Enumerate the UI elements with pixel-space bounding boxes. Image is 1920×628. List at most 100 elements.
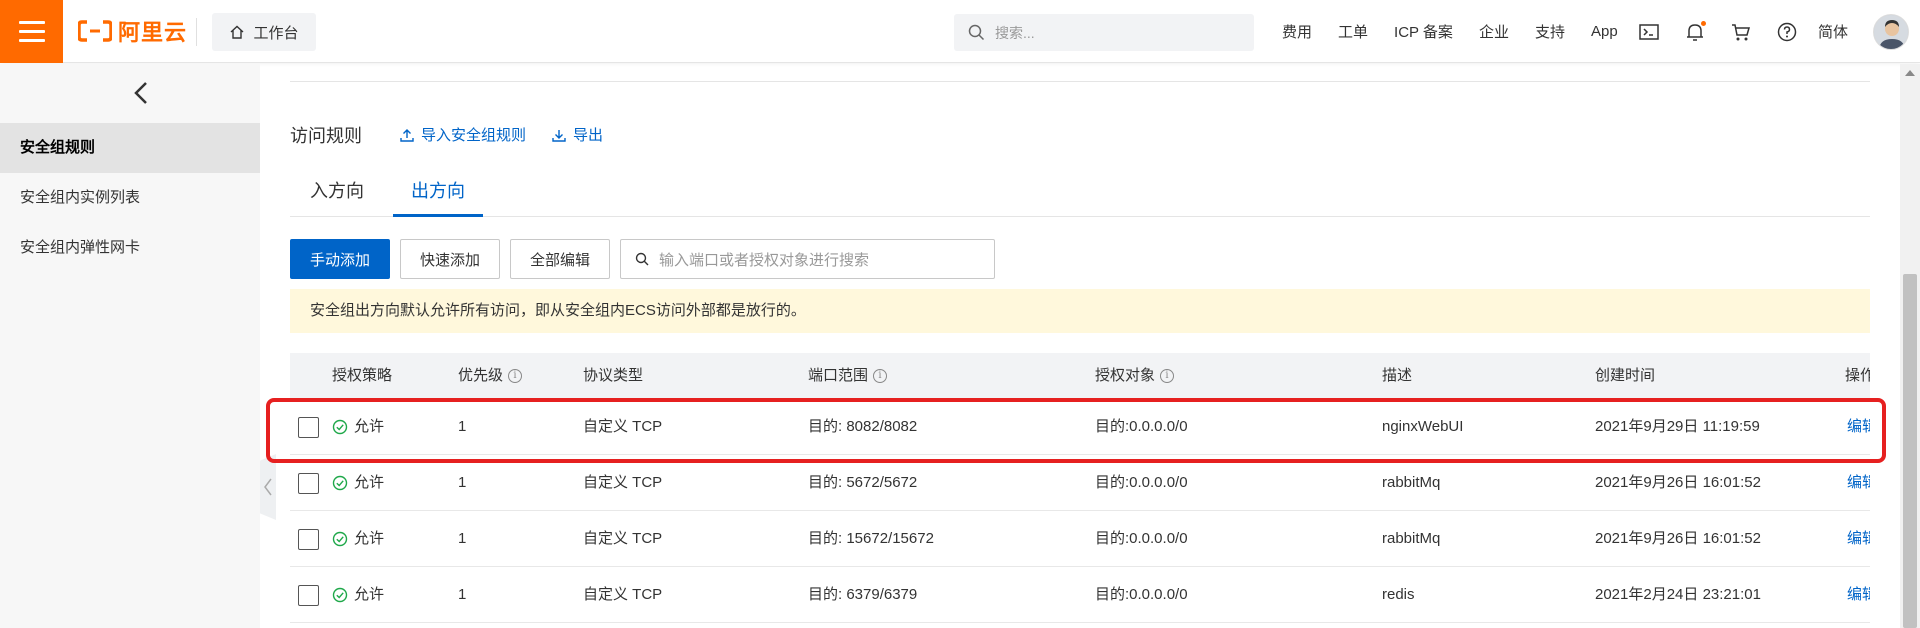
tab-inbound[interactable]: 入方向	[292, 174, 382, 217]
port-cell: 目的: 8082/8082	[808, 418, 918, 435]
top-icons	[1638, 0, 1798, 63]
header-target-label: 授权对象	[1095, 367, 1156, 384]
protocol-cell: 自定义 TCP	[583, 586, 663, 603]
header-action: 操作	[1845, 367, 1870, 384]
rule-search-input[interactable]: 输入端口或者授权对象进行搜索	[620, 239, 995, 279]
aliyun-logo[interactable]: 阿里云	[78, 16, 187, 46]
quick-add-button[interactable]: 快速添加	[400, 239, 500, 279]
policy-cell: 允许	[332, 567, 384, 623]
section-title: 访问规则	[290, 126, 362, 146]
priority-cell: 1	[458, 474, 467, 491]
avatar[interactable]	[1873, 14, 1909, 50]
table-row: 允许 1 自定义 TCP 目的: 6379/6379 目的:0.0.0.0/0 …	[290, 567, 1870, 623]
info-icon[interactable]: i	[1160, 369, 1175, 383]
desc-cell: nginxWebUI	[1382, 418, 1464, 435]
hamburger-menu-button[interactable]	[0, 0, 63, 63]
aliyun-logo-icon	[78, 20, 112, 42]
created-cell: 2021年9月26日 16:01:52	[1595, 474, 1761, 491]
home-icon	[231, 25, 244, 39]
target-cell: 目的:0.0.0.0/0	[1095, 530, 1188, 547]
vertical-scrollbar[interactable]	[1900, 64, 1920, 628]
notification-dot	[1701, 20, 1706, 26]
header-desc: 描述	[1382, 367, 1413, 384]
sidebar-item-instance-list[interactable]: 安全组内实例列表	[0, 173, 260, 223]
port-cell: 目的: 15672/15672	[808, 530, 934, 547]
protocol-cell: 自定义 TCP	[583, 474, 663, 491]
edit-link[interactable]: 编辑	[1847, 399, 1870, 455]
bell-icon[interactable]	[1684, 20, 1706, 43]
outbound-notice: 安全组出方向默认允许所有访问，即从安全组内ECS访问外部都是放行的。	[290, 289, 1870, 333]
scrollbar-thumb[interactable]	[1903, 274, 1917, 628]
protocol-cell: 自定义 TCP	[583, 530, 663, 547]
table-row: 允许 1 自定义 TCP 目的: 5672/5672 目的:0.0.0.0/0 …	[290, 455, 1870, 511]
top-link-app[interactable]: App	[1591, 23, 1618, 40]
main-content: 访问规则 导入安全组规则 导出 入方向 出方向 手动添加 快速添加 全部编辑 输…	[260, 64, 1900, 628]
help-icon[interactable]	[1776, 21, 1798, 43]
table-row: 允许 1 自定义 TCP 目的: 8082/8082 目的:0.0.0.0/0 …	[290, 399, 1870, 455]
row-checkbox[interactable]	[298, 472, 319, 494]
export-link[interactable]: 导出	[552, 124, 603, 145]
priority-cell: 1	[458, 586, 467, 603]
manual-add-button[interactable]: 手动添加	[290, 239, 390, 279]
top-link-enterprise[interactable]: 企业	[1479, 21, 1509, 42]
sidebar-item-security-group-rules[interactable]: 安全组规则	[0, 123, 260, 173]
upload-icon	[400, 128, 414, 142]
check-circle-icon	[332, 587, 348, 603]
divider	[290, 81, 1870, 82]
cart-icon[interactable]	[1730, 21, 1752, 43]
search-placeholder: 搜索...	[995, 24, 1035, 41]
row-checkbox[interactable]	[298, 584, 319, 606]
port-cell: 目的: 5672/5672	[808, 474, 918, 491]
top-nav-bar: 阿里云 工作台 搜索... 费用 工单 ICP 备案 企业 支持 App 简体	[0, 0, 1920, 63]
port-cell: 目的: 6379/6379	[808, 586, 918, 603]
row-checkbox[interactable]	[298, 416, 319, 438]
top-link-tickets[interactable]: 工单	[1338, 21, 1368, 42]
policy-label: 允许	[354, 474, 385, 491]
scroll-up-arrow[interactable]	[1905, 70, 1915, 76]
top-link-icp[interactable]: ICP 备案	[1394, 21, 1453, 42]
search-icon	[968, 24, 985, 41]
check-circle-icon	[332, 475, 348, 491]
language-switch[interactable]: 简体	[1818, 21, 1848, 42]
edit-link[interactable]: 编辑	[1847, 511, 1870, 567]
desc-cell: rabbitMq	[1382, 530, 1441, 547]
global-search-input[interactable]: 搜索...	[954, 14, 1254, 51]
menu-line	[18, 21, 45, 24]
menu-line	[18, 39, 45, 42]
menu-line	[18, 30, 45, 33]
policy-label: 允许	[354, 418, 385, 435]
import-rules-label: 导入安全组规则	[421, 127, 527, 144]
tab-outbound[interactable]: 出方向	[393, 174, 483, 217]
info-icon[interactable]: i	[873, 369, 888, 383]
target-cell: 目的:0.0.0.0/0	[1095, 586, 1188, 603]
import-rules-link[interactable]: 导入安全组规则	[400, 124, 526, 145]
download-icon	[552, 129, 566, 142]
policy-cell: 允许	[332, 399, 384, 455]
search-icon	[635, 252, 649, 266]
edit-link[interactable]: 编辑	[1847, 455, 1870, 511]
logo-text: 阿里云	[118, 20, 188, 45]
priority-cell: 1	[458, 418, 467, 435]
created-cell: 2021年2月24日 23:21:01	[1595, 586, 1761, 603]
collapse-sidebar-button[interactable]	[126, 78, 156, 108]
top-link-fees[interactable]: 费用	[1282, 21, 1312, 42]
sidebar: 安全组规则 安全组内实例列表 安全组内弹性网卡	[0, 64, 260, 628]
edit-all-button[interactable]: 全部编辑	[510, 239, 610, 279]
logo-divider	[196, 18, 197, 46]
sidebar-item-eni-list[interactable]: 安全组内弹性网卡	[0, 223, 260, 273]
rule-search-placeholder: 输入端口或者授权对象进行搜索	[659, 251, 870, 269]
workbench-button[interactable]: 工作台	[212, 13, 316, 51]
row-checkbox[interactable]	[298, 528, 319, 550]
priority-cell: 1	[458, 530, 467, 547]
chevron-left-icon	[134, 82, 147, 104]
edit-link[interactable]: 编辑	[1847, 567, 1870, 623]
header-protocol: 协议类型	[583, 367, 644, 384]
export-label: 导出	[573, 127, 604, 144]
check-circle-icon	[332, 531, 348, 547]
policy-cell: 允许	[332, 511, 384, 567]
terminal-icon[interactable]	[1638, 21, 1660, 43]
table-header: 授权策略 优先级 i 协议类型 端口范围 i 授权对象 i 描述 创建时间 操作	[290, 353, 1870, 399]
info-icon[interactable]: i	[508, 369, 523, 383]
top-link-support[interactable]: 支持	[1535, 21, 1565, 42]
rules-table: 授权策略 优先级 i 协议类型 端口范围 i 授权对象 i 描述 创建时间 操作 允许…	[290, 353, 1870, 628]
